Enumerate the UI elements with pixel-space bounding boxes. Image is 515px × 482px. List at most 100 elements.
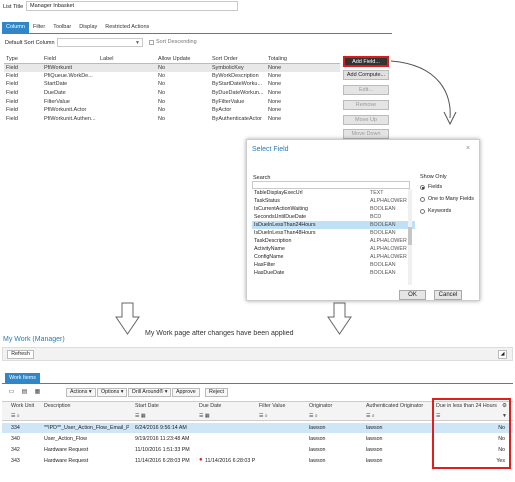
annotation-text: My Work page after changes have been app… <box>145 330 294 337</box>
field-name: TaskDescription <box>254 238 292 244</box>
reject-button[interactable]: Reject <box>205 388 229 397</box>
collapse-icon[interactable]: ◢ <box>498 350 507 359</box>
curved-arrow <box>390 60 451 119</box>
radio-keywords[interactable]: Keywords <box>420 208 451 214</box>
field-list-item[interactable]: ActivityName ALPHALOWER <box>252 245 415 253</box>
new-icon[interactable]: ▭ <box>7 388 16 397</box>
field-type: BOOLEAN <box>370 270 396 276</box>
start-date-cell: 11/14/2016 6:28:03 PM <box>135 458 190 464</box>
page-toolbar <box>2 347 513 361</box>
field-name: ActivityName <box>254 246 285 252</box>
approve-button[interactable]: Approve <box>172 388 200 397</box>
field-list-item[interactable]: IsCurrentActionWaiting BOOLEAN <box>252 205 415 213</box>
header-description[interactable]: Description <box>44 403 71 409</box>
save-icon[interactable]: ▦ <box>33 388 42 397</box>
originator-cell: lawson <box>309 425 326 431</box>
show-only-label: Show Only <box>420 174 447 180</box>
header-start-date[interactable]: Start Date <box>135 403 159 409</box>
authenticated-originator-cell: lawson <box>366 436 383 442</box>
field-type: BCD <box>370 214 382 220</box>
header-originator[interactable]: Originator <box>309 403 332 409</box>
field-name: HasDueDate <box>254 270 285 276</box>
field-name: IsDueInLessThan24Hours <box>254 222 316 228</box>
work-unit-cell: 342 <box>11 447 20 453</box>
field-type: ALPHALOWER <box>370 246 407 252</box>
header-filter-value[interactable]: Filter Value <box>259 403 285 409</box>
filter-icon[interactable]: ☰ ⌕ <box>259 413 268 419</box>
field-list-item[interactable]: HasDueDate BOOLEAN <box>252 269 415 277</box>
down-arrow-left <box>115 302 140 335</box>
field-type: ALPHALOWER <box>370 198 407 204</box>
header-due-date[interactable]: Due Date <box>199 403 221 409</box>
field-list-item[interactable]: HasFilter BOOLEAN <box>252 261 415 269</box>
drill-around-button[interactable]: Drill Around® ▾ <box>128 388 172 397</box>
header-authenticated-originator[interactable]: Authenticated Originator <box>366 403 423 409</box>
field-list: TableDisplayExecUrl TEXT TaskStatus ALPHALO… <box>252 189 415 285</box>
field-name: IsCurrentActionWaiting <box>254 206 308 212</box>
field-list-item[interactable]: ConfigName ALPHALOWER <box>252 253 415 261</box>
actions-button[interactable]: Actions ▾ <box>66 388 96 397</box>
radio-one-to-many-label: One to Many Fields <box>428 196 474 202</box>
radio-one-to-many[interactable]: One to Many Fields <box>420 196 474 202</box>
due-date-cell: 11/14/2016 6:28:03 P <box>205 458 256 464</box>
authenticated-originator-cell: lawson <box>366 458 383 464</box>
radio-unselected-icon <box>420 196 425 202</box>
field-type: ALPHALOWER <box>370 238 407 244</box>
header-work-unit[interactable]: Work Unit <box>11 403 34 409</box>
field-type: BOOLEAN <box>370 206 396 212</box>
field-list-item[interactable]: TaskStatus ALPHALOWER <box>252 197 415 205</box>
work-unit-cell: 340 <box>11 436 20 442</box>
actions-label: Actions <box>70 389 88 395</box>
filter-icon[interactable]: ☰ ▦ <box>199 413 210 419</box>
radio-selected-icon <box>420 184 425 190</box>
originator-cell: lawson <box>309 436 326 442</box>
radio-keywords-label: Keywords <box>428 208 452 214</box>
open-icon[interactable]: ▤ <box>20 388 29 397</box>
field-type: ALPHALOWER <box>370 254 407 260</box>
dialog-title: Select Field <box>252 146 289 153</box>
description-cell: User_Action_Flow <box>44 436 87 442</box>
start-date-cell: 6/24/2016 9:56:14 AM <box>135 425 187 431</box>
filter-icon[interactable]: ☰ ⌕ <box>11 413 20 419</box>
description-cell: **IPD**_User_Action_Flow_Email_P <box>44 425 129 431</box>
field-list-item[interactable]: IsDueInLessThan48Hours BOOLEAN <box>252 229 415 237</box>
authenticated-originator-cell: lawson <box>366 447 383 453</box>
authenticated-originator-cell: lawson <box>366 425 383 431</box>
work-unit-cell: 343 <box>11 458 20 464</box>
field-list-item[interactable]: TaskDescription ALPHALOWER <box>252 237 415 245</box>
field-name: HasFilter <box>254 262 276 268</box>
work-unit-cell: 334 <box>11 425 20 431</box>
field-list-item[interactable]: TableDisplayExecUrl TEXT <box>252 189 415 197</box>
tab-work-items[interactable]: Work Items <box>5 373 40 383</box>
down-arrow-right <box>327 302 352 335</box>
field-name: TableDisplayExecUrl <box>254 190 303 196</box>
page-title: My Work (Manager) <box>3 336 65 343</box>
filter-icon[interactable]: ☰ ⌕ <box>309 413 318 419</box>
search-input[interactable] <box>252 181 410 189</box>
field-list-item[interactable]: IsDueInLessThan24Hours BOOLEAN <box>252 221 415 229</box>
highlight-annotation-box <box>432 398 511 469</box>
options-button[interactable]: Options ▾ <box>97 388 128 397</box>
refresh-button[interactable]: Refresh <box>7 350 34 359</box>
originator-cell: lawson <box>309 447 326 453</box>
radio-unselected-icon <box>420 208 425 214</box>
cancel-button[interactable]: Cancel <box>434 290 462 300</box>
radio-fields[interactable]: Fields <box>420 184 442 190</box>
filter-icon[interactable]: ☰ ▦ <box>135 413 146 419</box>
originator-cell: lawson <box>309 458 326 464</box>
start-date-cell: 9/19/2016 11:23:48 AM <box>135 436 190 442</box>
description-cell: Hardware Request <box>44 447 89 453</box>
field-type: BOOLEAN <box>370 262 396 268</box>
drill-around-label: Drill Around® <box>132 389 164 395</box>
field-list-item[interactable]: SecondsUntilDueDate BCD <box>252 213 415 221</box>
select-field-dialog: Select Field × Search TableDisplayExecUr… <box>246 139 480 301</box>
close-icon[interactable]: × <box>466 145 470 152</box>
options-label: Options <box>101 389 120 395</box>
scrollbar-thumb[interactable] <box>408 227 412 245</box>
description-cell: Hardware Request <box>44 458 89 464</box>
field-type: BOOLEAN <box>370 222 396 228</box>
filter-icon[interactable]: ☰ ⌕ <box>366 413 375 419</box>
ok-button[interactable]: OK <box>399 290 426 300</box>
field-name: IsDueInLessThan48Hours <box>254 230 316 236</box>
start-date-cell: 11/10/2016 1:51:33 PM <box>135 447 190 453</box>
